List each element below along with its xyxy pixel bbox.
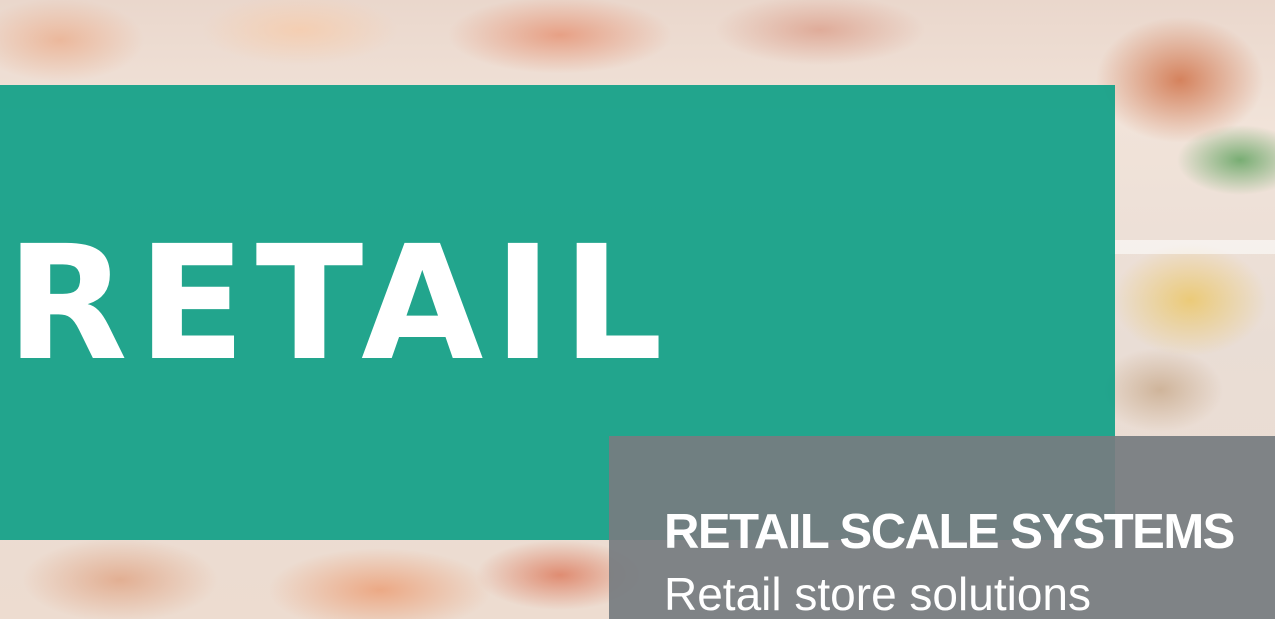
caption-subtitle: Retail store solutions: [664, 568, 1091, 619]
retail-hero-banner: RETAIL RETAIL SCALE SYSTEMS Retail store…: [0, 0, 1275, 619]
hero-title: RETAIL: [6, 212, 673, 396]
caption-title: RETAIL SCALE SYSTEMS: [664, 505, 1235, 559]
